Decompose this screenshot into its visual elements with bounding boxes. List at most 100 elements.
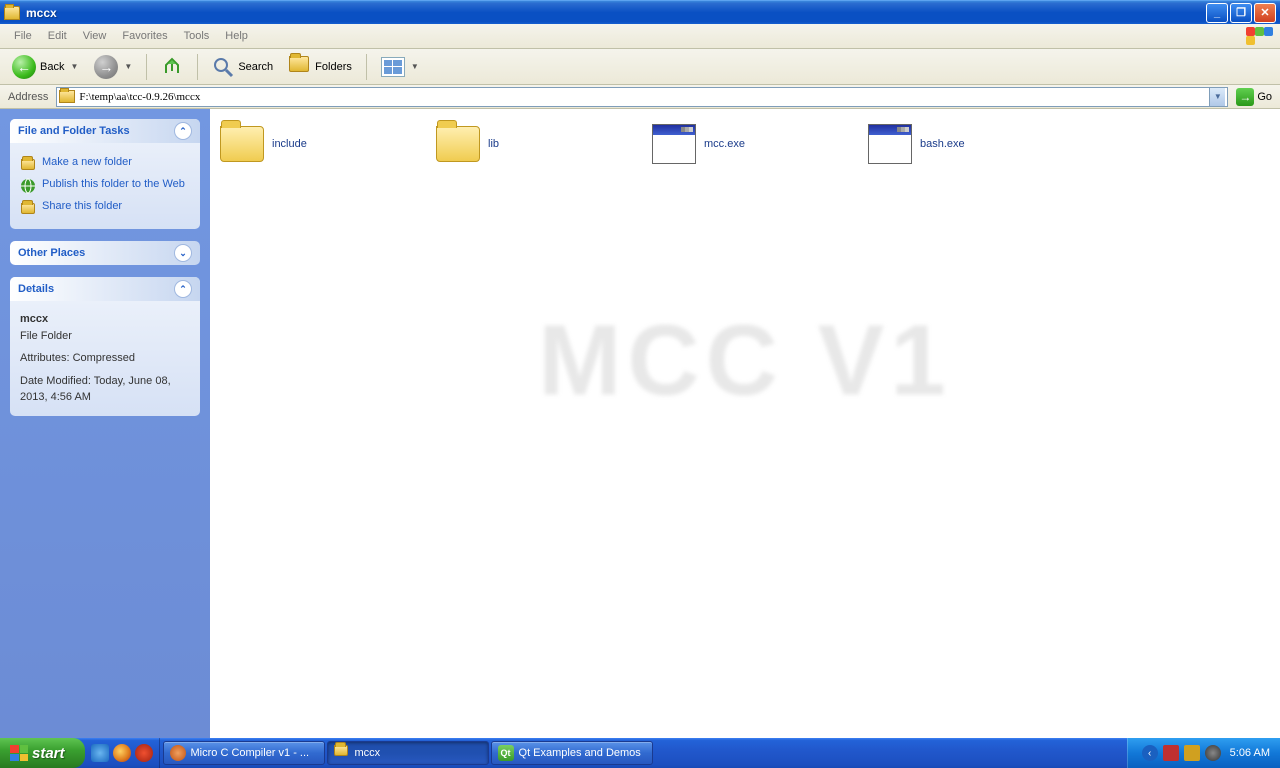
- menu-view[interactable]: View: [75, 27, 115, 45]
- details-name: mccx: [20, 311, 190, 328]
- search-button[interactable]: Search: [206, 53, 279, 81]
- folder-icon: [436, 126, 480, 162]
- taskbar-app-mccx[interactable]: mccx: [327, 741, 489, 765]
- task-new-folder[interactable]: Make a new folder: [20, 153, 190, 175]
- forward-button[interactable]: → ▼: [88, 52, 138, 82]
- file-label: lib: [488, 138, 499, 150]
- file-folder-tasks-header[interactable]: File and Folder Tasks ⌃: [10, 119, 200, 143]
- share-folder-icon: [20, 200, 36, 216]
- toolbar-separator: [366, 54, 367, 80]
- watermark-text: MCC V1: [538, 303, 952, 418]
- details-modified: Date Modified: Today, June 08, 2013, 4:5…: [20, 373, 190, 406]
- system-tray[interactable]: ‹ 5:06 AM: [1127, 738, 1280, 768]
- chrome-icon[interactable]: [113, 744, 131, 762]
- search-label: Search: [238, 61, 273, 73]
- menu-help[interactable]: Help: [217, 27, 256, 45]
- folder-icon: [4, 6, 20, 20]
- file-list-pane[interactable]: include lib mcc.exe bash.exe MCC V1: [210, 109, 1280, 738]
- file-label: mcc.exe: [704, 138, 745, 150]
- other-places-box: Other Places ⌄: [10, 241, 200, 265]
- menu-tools[interactable]: Tools: [176, 27, 218, 45]
- views-icon: [381, 57, 405, 77]
- folders-button[interactable]: Folders: [283, 53, 358, 81]
- details-type: File Folder: [20, 328, 190, 345]
- toolbar-separator: [197, 54, 198, 80]
- menu-bar: File Edit View Favorites Tools Help: [0, 24, 1280, 49]
- folder-icon: [334, 745, 350, 761]
- address-label: Address: [4, 91, 52, 103]
- file-item-mcc-exe[interactable]: mcc.exe: [646, 119, 862, 169]
- details-box: Details ⌃ mccx File Folder Attributes: C…: [10, 277, 200, 416]
- taskbar-app-micro-c[interactable]: Micro C Compiler v1 - ...: [163, 741, 325, 765]
- other-places-header[interactable]: Other Places ⌄: [10, 241, 200, 265]
- details-attributes: Attributes: Compressed: [20, 350, 190, 367]
- menu-edit[interactable]: Edit: [40, 27, 75, 45]
- taskbar-buttons: Micro C Compiler v1 - ... mccx Qt Qt Exa…: [160, 738, 1127, 768]
- main-area: File and Folder Tasks ⌃ Make a new folde…: [0, 109, 1280, 738]
- collapse-icon: ⌃: [174, 122, 192, 140]
- back-button[interactable]: ← Back ▼: [6, 52, 84, 82]
- search-icon: [212, 56, 234, 78]
- qt-icon: Qt: [498, 745, 514, 761]
- go-button[interactable]: → Go: [1232, 88, 1276, 106]
- tray-icon[interactable]: [1205, 745, 1221, 761]
- menu-favorites[interactable]: Favorites: [114, 27, 175, 45]
- details-header[interactable]: Details ⌃: [10, 277, 200, 301]
- taskbar: start Micro C Compiler v1 - ... mccx Qt …: [0, 738, 1280, 768]
- menu-file[interactable]: File: [6, 27, 40, 45]
- minimize-button[interactable]: _: [1206, 3, 1228, 23]
- task-publish[interactable]: Publish this folder to the Web: [20, 175, 190, 197]
- folders-icon: [289, 56, 311, 78]
- tray-hide-icon[interactable]: ‹: [1142, 745, 1158, 761]
- folders-label: Folders: [315, 61, 352, 73]
- file-item-bash-exe[interactable]: bash.exe: [862, 119, 1078, 169]
- up-button[interactable]: [155, 53, 189, 81]
- folder-icon: [59, 90, 75, 103]
- windows-flag-icon: [1246, 27, 1274, 45]
- back-icon: ←: [12, 55, 36, 79]
- forward-dropdown-icon[interactable]: ▼: [124, 62, 132, 71]
- back-label: Back: [40, 61, 64, 73]
- address-dropdown-icon[interactable]: ▼: [1209, 88, 1225, 106]
- go-label: Go: [1257, 91, 1272, 103]
- tray-icon[interactable]: [1184, 745, 1200, 761]
- start-button[interactable]: start: [0, 738, 85, 768]
- expand-icon: ⌄: [174, 244, 192, 262]
- windows-logo-icon: [10, 745, 28, 761]
- details-title: Details: [18, 283, 54, 295]
- standard-toolbar: ← Back ▼ → ▼ Search Folders ▼: [0, 49, 1280, 85]
- views-button[interactable]: ▼: [375, 54, 425, 80]
- new-folder-icon: [20, 156, 36, 172]
- file-label: include: [272, 138, 307, 150]
- up-icon: [161, 56, 183, 78]
- close-button[interactable]: ✕: [1254, 3, 1276, 23]
- restore-button[interactable]: ❐: [1230, 3, 1252, 23]
- start-label: start: [32, 745, 65, 762]
- exe-icon: [868, 124, 912, 164]
- collapse-icon: ⌃: [174, 280, 192, 298]
- taskbar-app-qt[interactable]: Qt Qt Examples and Demos: [491, 741, 653, 765]
- file-folder-tasks-box: File and Folder Tasks ⌃ Make a new folde…: [10, 119, 200, 229]
- file-item-lib[interactable]: lib: [430, 119, 646, 169]
- window-titlebar: mccx _ ❐ ✕: [0, 0, 1280, 24]
- address-input[interactable]: [79, 91, 1209, 103]
- taskbar-app-label: mccx: [355, 747, 381, 759]
- file-label: bash.exe: [920, 138, 965, 150]
- quick-launch: [85, 738, 160, 768]
- ie-icon[interactable]: [91, 744, 109, 762]
- taskbar-clock[interactable]: 5:06 AM: [1230, 747, 1270, 759]
- forward-icon: →: [94, 55, 118, 79]
- tasks-panel: File and Folder Tasks ⌃ Make a new folde…: [0, 109, 210, 738]
- firefox-icon[interactable]: [135, 744, 153, 762]
- go-icon: →: [1236, 88, 1254, 106]
- task-share[interactable]: Share this folder: [20, 197, 190, 219]
- back-dropdown-icon[interactable]: ▼: [70, 62, 78, 71]
- address-combo[interactable]: ▼: [56, 87, 1228, 107]
- globe-icon: [20, 178, 36, 194]
- taskbar-app-label: Micro C Compiler v1 - ...: [191, 747, 310, 759]
- other-places-title: Other Places: [18, 247, 85, 259]
- file-item-include[interactable]: include: [214, 119, 430, 169]
- folder-icon: [220, 126, 264, 162]
- tray-icon[interactable]: [1163, 745, 1179, 761]
- views-dropdown-icon[interactable]: ▼: [411, 62, 419, 71]
